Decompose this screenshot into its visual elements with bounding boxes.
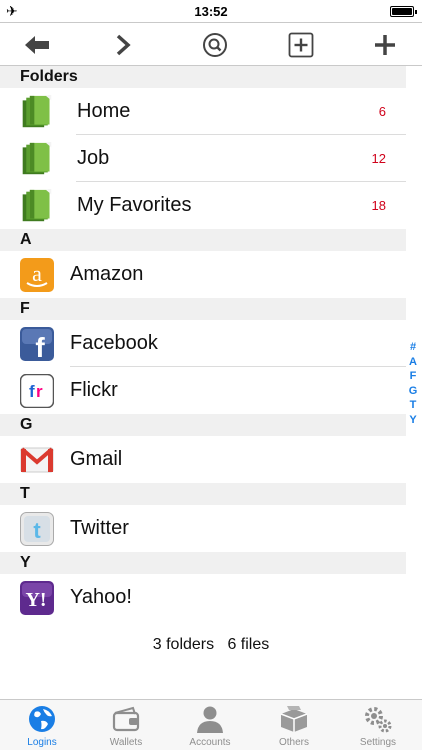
back-button[interactable] bbox=[20, 29, 54, 61]
add-folder-button[interactable] bbox=[368, 29, 402, 61]
section-header-f: F bbox=[0, 298, 406, 320]
tab-settings[interactable]: Settings bbox=[336, 700, 420, 750]
tab-label: Others bbox=[278, 737, 309, 748]
tab-label: Wallets bbox=[109, 737, 143, 748]
login-name: Yahoo! bbox=[70, 586, 132, 608]
globe-icon bbox=[29, 706, 55, 732]
login-row-yahoo[interactable]: Y! Yahoo! bbox=[0, 574, 406, 621]
login-name: Amazon bbox=[70, 263, 144, 285]
login-name: Gmail bbox=[70, 448, 123, 470]
flickr-logo-icon: f r bbox=[20, 374, 54, 408]
forward-button[interactable] bbox=[106, 29, 140, 61]
folder-name: Home bbox=[77, 100, 131, 122]
folder-count: 18 bbox=[371, 198, 386, 213]
index-letter[interactable]: Y bbox=[406, 413, 420, 428]
folder-row-job[interactable]: Job 12 bbox=[0, 135, 406, 182]
folder-count: 12 bbox=[371, 151, 386, 166]
tab-wallets[interactable]: Wallets bbox=[84, 700, 168, 750]
svg-text:Y!: Y! bbox=[25, 589, 46, 611]
folder-icon bbox=[22, 142, 52, 175]
svg-text:r: r bbox=[36, 382, 43, 401]
summary-text: 3 folders 6 files bbox=[152, 636, 270, 653]
facebook-logo-icon: f bbox=[20, 327, 54, 361]
svg-text:t: t bbox=[33, 518, 41, 543]
login-name: Flickr bbox=[70, 379, 118, 401]
status-time: 13:52 bbox=[194, 4, 228, 19]
tab-label: Logins bbox=[27, 737, 57, 748]
boxes-icon bbox=[280, 706, 308, 732]
add-item-button[interactable] bbox=[284, 29, 318, 61]
add-box-icon bbox=[288, 32, 314, 58]
folder-icon bbox=[22, 189, 52, 222]
tab-others[interactable]: Others bbox=[252, 700, 336, 750]
gears-icon bbox=[365, 707, 392, 733]
tab-accounts[interactable]: Accounts bbox=[168, 700, 252, 750]
index-letter[interactable]: T bbox=[406, 398, 420, 413]
section-header-a: A bbox=[0, 229, 406, 251]
twitter-logo-icon: t bbox=[20, 512, 54, 546]
section-index[interactable]: # A F G T Y bbox=[406, 340, 420, 427]
section-header-t: T bbox=[0, 483, 406, 505]
gmail-logo-icon bbox=[20, 447, 54, 473]
section-header-folders: Folders bbox=[0, 66, 406, 88]
section-header-y: Y bbox=[0, 552, 406, 574]
yahoo-logo-icon: Y! bbox=[20, 581, 54, 615]
login-name: Twitter bbox=[70, 517, 129, 539]
login-name: Facebook bbox=[70, 332, 158, 354]
folder-row-home[interactable]: Home 6 bbox=[0, 88, 406, 135]
svg-text:f: f bbox=[29, 382, 35, 401]
person-icon bbox=[197, 706, 223, 733]
toolbar bbox=[0, 22, 422, 66]
back-arrow-icon bbox=[25, 36, 49, 54]
login-row-amazon[interactable]: a Amazon bbox=[0, 251, 406, 298]
index-letter[interactable]: G bbox=[406, 384, 420, 399]
forward-chevron-icon bbox=[116, 34, 131, 56]
login-row-facebook[interactable]: f Facebook bbox=[0, 320, 406, 367]
index-letter[interactable]: A bbox=[406, 355, 420, 370]
folder-icon bbox=[22, 95, 52, 128]
tab-logins[interactable]: Logins bbox=[0, 700, 84, 750]
status-bar: ✈ 13:52 bbox=[0, 0, 422, 22]
wallet-icon bbox=[112, 706, 140, 732]
svg-text:a: a bbox=[32, 261, 42, 286]
tab-label: Accounts bbox=[189, 737, 231, 748]
tab-label: Settings bbox=[359, 737, 397, 748]
amazon-logo-icon: a bbox=[20, 258, 54, 292]
tab-bar: Logins Wallets Accounts Others Settings bbox=[0, 699, 422, 750]
login-row-twitter[interactable]: t Twitter bbox=[0, 505, 406, 552]
plus-icon bbox=[375, 35, 395, 55]
folder-name: Job bbox=[77, 147, 110, 169]
battery-icon bbox=[390, 6, 417, 17]
index-letter[interactable]: F bbox=[406, 369, 420, 384]
index-letter[interactable]: # bbox=[406, 340, 420, 355]
login-row-gmail[interactable]: Gmail bbox=[0, 436, 406, 483]
folder-name: My Favorites bbox=[77, 194, 192, 216]
section-header-g: G bbox=[0, 414, 406, 436]
folder-row-my-favorites[interactable]: My Favorites 18 bbox=[0, 182, 406, 229]
folder-count: 6 bbox=[378, 104, 386, 119]
search-button[interactable] bbox=[198, 29, 232, 61]
search-circle-icon bbox=[203, 33, 227, 57]
login-row-flickr[interactable]: f r Flickr bbox=[0, 367, 406, 414]
svg-text:f: f bbox=[35, 332, 45, 361]
